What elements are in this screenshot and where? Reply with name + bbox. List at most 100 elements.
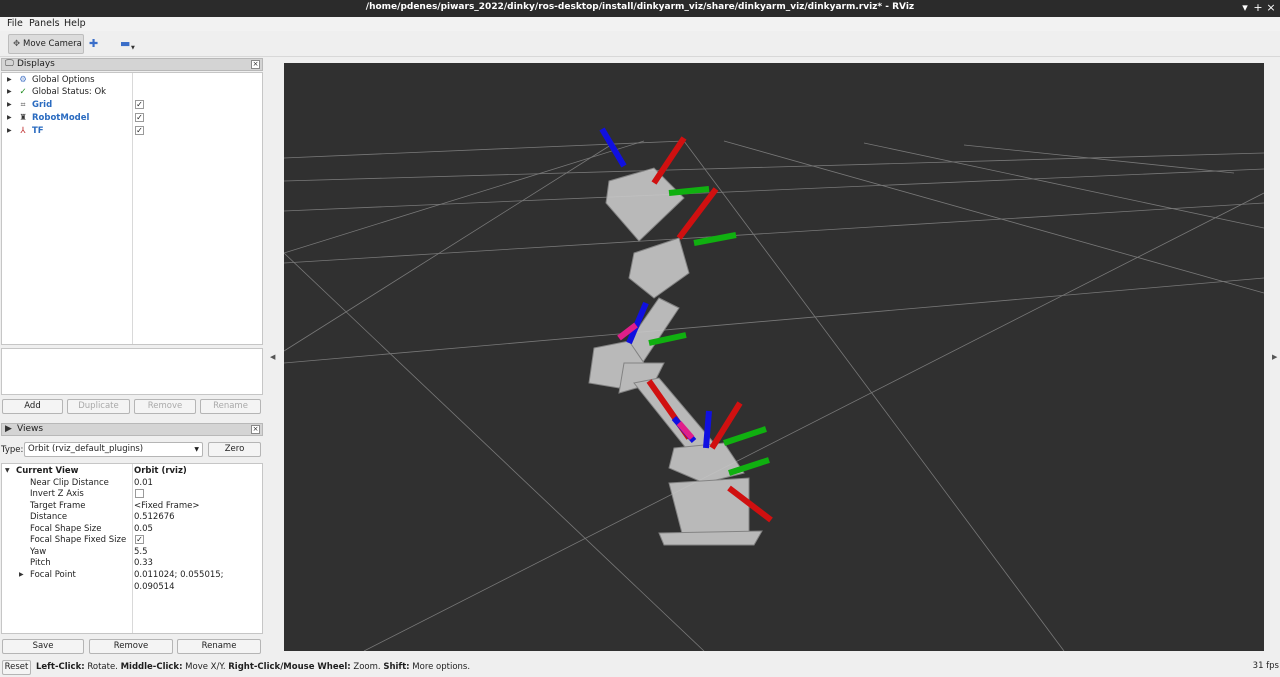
expand-arrow-icon[interactable]: ▶ xyxy=(7,86,12,98)
displays-title: Displays xyxy=(17,59,55,69)
property-value[interactable]: 0.011024; 0.055015; 0.090514 xyxy=(134,569,262,593)
property-label: Focal Point xyxy=(30,570,76,580)
hint-part: Zoom. xyxy=(350,662,384,672)
hint-part: Left-Click: xyxy=(36,662,85,672)
render-viewport[interactable] xyxy=(283,63,1265,652)
window-titlebar: /home/pdenes/piwars_2022/dinky/ros-deskt… xyxy=(0,0,1280,17)
move-camera-icon: ✥ xyxy=(13,39,21,49)
gear-icon: ⚙ xyxy=(19,75,27,85)
hint-part: Rotate. xyxy=(84,662,121,672)
scene-svg xyxy=(283,127,1265,652)
window-title: /home/pdenes/piwars_2022/dinky/ros-deskt… xyxy=(365,2,915,12)
statusbar: Reset Left-Click: Rotate. Middle-Click: … xyxy=(0,658,1280,677)
mouse-hint: Left-Click: Rotate. Middle-Click: Move X… xyxy=(36,662,470,672)
grid-icon: ⌗ xyxy=(20,100,26,110)
minimize-button[interactable]: ▾ xyxy=(1238,1,1252,15)
current-view-value: Orbit (rviz) xyxy=(134,466,187,476)
hint-part: Move X/Y. xyxy=(182,662,229,672)
display-item-label: TF xyxy=(32,126,44,136)
displays-tree: ▶ ⚙ Global Options ▶ ✓ Global Status: Ok… xyxy=(1,72,263,345)
property-row[interactable]: Distance 0.512676 xyxy=(2,511,262,523)
invert-z-checkbox[interactable] xyxy=(135,489,144,498)
views-panel-header: ▶ Views × xyxy=(1,423,263,436)
save-view-button[interactable]: Save xyxy=(2,639,84,654)
fps-counter: 31 fps xyxy=(1252,661,1279,671)
expand-arrow-icon[interactable]: ▶ xyxy=(7,125,12,137)
robotmodel-enable-checkbox[interactable]: ✓ xyxy=(135,113,144,122)
rename-view-button[interactable]: Rename xyxy=(177,639,261,654)
checkmark-icon: ✓ xyxy=(19,87,27,97)
property-row[interactable]: Pitch 0.33 xyxy=(2,557,262,569)
display-item-robotmodel[interactable]: ▶ ♜ RobotModel ✓ xyxy=(2,112,262,124)
menu-help[interactable]: Help xyxy=(64,18,86,29)
move-camera-tool[interactable]: ✥ Move Camera xyxy=(8,34,84,54)
property-row[interactable]: Invert Z Axis xyxy=(2,488,262,500)
display-description-box xyxy=(1,348,263,395)
display-item-label: Global Options xyxy=(32,75,95,85)
menubar: File Panels Help xyxy=(0,17,1280,31)
property-label: Distance xyxy=(30,512,68,522)
display-item-label: Grid xyxy=(32,100,53,110)
monitor-icon: 🖵 xyxy=(5,59,14,69)
views-title: Views xyxy=(17,424,44,434)
views-property-tree: ▼ Current View Orbit (rviz) Near Clip Di… xyxy=(1,463,263,634)
property-row[interactable]: ▶ Focal Point 0.011024; 0.055015; 0.0905… xyxy=(2,569,262,592)
hint-part: Right-Click/Mouse Wheel: xyxy=(228,662,351,672)
property-row[interactable]: Focal Shape Fixed Size ✓ xyxy=(2,534,262,546)
move-camera-label: Move Camera xyxy=(23,39,82,49)
focal-fixed-size-checkbox[interactable]: ✓ xyxy=(135,535,144,544)
current-view-label: Current View xyxy=(16,466,79,476)
collapse-right-dock-icon[interactable]: ▶ xyxy=(1272,353,1277,361)
close-window-button[interactable]: × xyxy=(1264,1,1278,15)
tool-menu-arrow-icon[interactable]: ▼ xyxy=(131,45,135,51)
expand-arrow-icon[interactable]: ▶ xyxy=(7,74,12,86)
display-item-global-options[interactable]: ▶ ⚙ Global Options xyxy=(2,74,262,86)
display-item-tf[interactable]: ▶ ⅄ TF ✓ xyxy=(2,125,262,137)
display-item-label: RobotModel xyxy=(32,113,90,123)
robot-arm-model xyxy=(588,167,763,546)
property-value[interactable]: 0.33 xyxy=(134,557,153,569)
displays-panel-header: 🖵 Displays × xyxy=(1,58,263,71)
property-label: Pitch xyxy=(30,558,51,568)
remove-display-button[interactable]: Remove xyxy=(134,399,196,414)
expand-arrow-icon[interactable]: ▶ xyxy=(7,112,12,124)
remove-view-button[interactable]: Remove xyxy=(89,639,173,654)
views-close-button[interactable]: × xyxy=(251,425,260,434)
collapse-arrow-icon[interactable]: ▼ xyxy=(5,465,10,477)
view-type-label: Type: xyxy=(1,445,24,455)
view-type-select[interactable]: Orbit (rviz_default_plugins) ▼ xyxy=(24,442,203,457)
displays-close-button[interactable]: × xyxy=(251,60,260,69)
camera-icon: ▶ xyxy=(5,424,12,434)
chevron-down-icon: ▼ xyxy=(194,446,199,453)
current-view-row[interactable]: ▼ Current View Orbit (rviz) xyxy=(2,465,262,477)
display-item-label: Global Status: Ok xyxy=(32,87,107,97)
zero-view-button[interactable]: Zero xyxy=(208,442,261,457)
rename-display-button[interactable]: Rename xyxy=(200,399,261,414)
property-value[interactable]: 0.512676 xyxy=(134,511,175,523)
expand-arrow-icon[interactable]: ▶ xyxy=(19,569,24,581)
add-display-button[interactable]: Add xyxy=(2,399,63,414)
menu-file[interactable]: File xyxy=(7,18,23,29)
add-tool-icon[interactable]: ✚ xyxy=(89,37,98,50)
menu-panels[interactable]: Panels xyxy=(29,18,60,29)
view-type-value: Orbit (rviz_default_plugins) xyxy=(28,444,144,454)
hint-part: More options. xyxy=(409,662,471,672)
remove-tool-icon[interactable]: ▬ xyxy=(120,37,130,50)
hint-part: Shift: xyxy=(383,662,410,672)
reset-button[interactable]: Reset xyxy=(2,660,31,675)
expand-arrow-icon[interactable]: ▶ xyxy=(7,99,12,111)
maximize-button[interactable]: + xyxy=(1251,1,1265,15)
toolbar: ✥ Move Camera ✚ ▬ ▼ xyxy=(0,31,1280,57)
ground-grid xyxy=(283,140,1265,652)
duplicate-display-button[interactable]: Duplicate xyxy=(67,399,130,414)
property-label: Focal Shape Fixed Size xyxy=(30,535,127,545)
property-label: Invert Z Axis xyxy=(30,489,84,499)
collapse-left-dock-icon[interactable]: ◀ xyxy=(270,353,275,361)
axes-icon: ⅄ xyxy=(20,126,26,136)
display-item-grid[interactable]: ▶ ⌗ Grid ✓ xyxy=(2,99,262,111)
hint-part: Middle-Click: xyxy=(120,662,183,672)
tf-enable-checkbox[interactable]: ✓ xyxy=(135,126,144,135)
robot-icon: ♜ xyxy=(19,113,27,123)
grid-enable-checkbox[interactable]: ✓ xyxy=(135,100,144,109)
display-item-global-status[interactable]: ▶ ✓ Global Status: Ok xyxy=(2,86,262,98)
